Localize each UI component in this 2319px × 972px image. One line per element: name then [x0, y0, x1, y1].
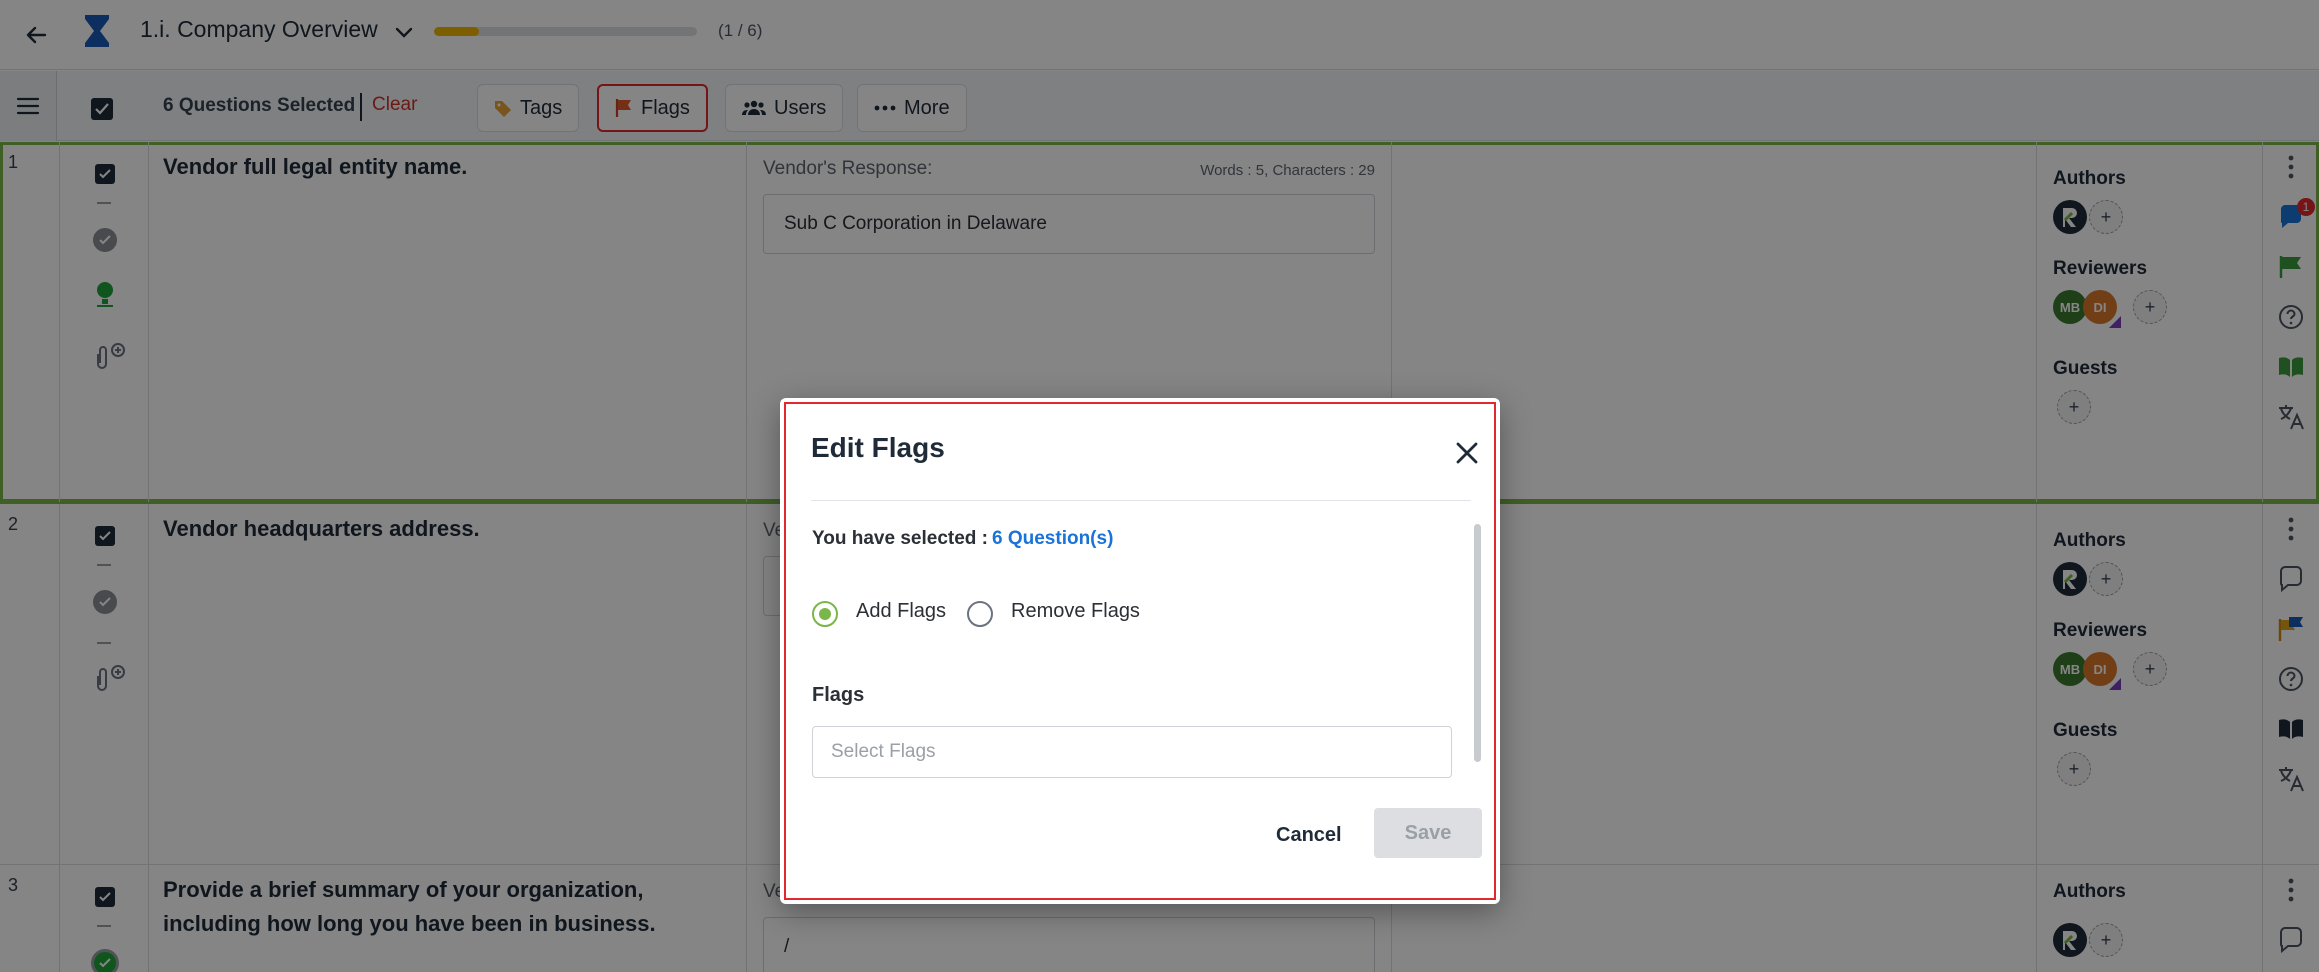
- add-flags-radio[interactable]: [812, 601, 838, 627]
- remove-flags-radio[interactable]: [967, 601, 993, 627]
- dialog-scrollbar[interactable]: [1474, 524, 1481, 762]
- selected-prefix: You have selected :: [812, 528, 988, 549]
- flags-label: Flags: [812, 684, 865, 706]
- edit-flags-dialog: Edit Flags You have selected : 6 Questio…: [780, 398, 1500, 904]
- divider: [811, 500, 1471, 501]
- cancel-button[interactable]: Cancel: [1264, 812, 1354, 858]
- remove-flags-label[interactable]: Remove Flags: [1011, 600, 1140, 623]
- save-button[interactable]: Save: [1374, 808, 1482, 858]
- dialog-title: Edit Flags: [811, 432, 945, 463]
- close-icon[interactable]: [1452, 438, 1482, 468]
- selected-questions-link[interactable]: 6 Question(s): [992, 528, 1113, 550]
- add-flags-label[interactable]: Add Flags: [856, 600, 946, 623]
- flags-select[interactable]: Select Flags: [812, 726, 1452, 778]
